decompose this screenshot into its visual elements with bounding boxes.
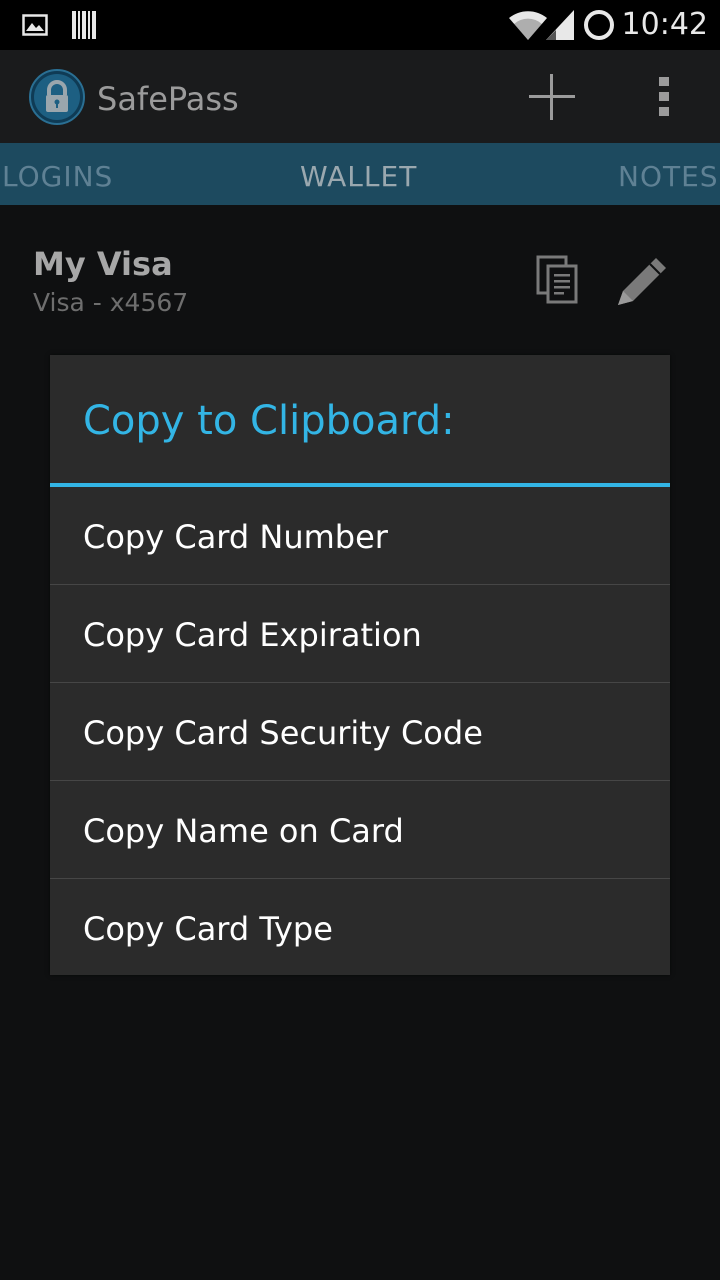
barcode-notification-icon: [72, 0, 96, 50]
tab-logins[interactable]: LOGINS: [2, 143, 113, 205]
tab-wallet[interactable]: WALLET: [300, 143, 417, 205]
option-label: Copy Card Number: [83, 518, 388, 556]
copy-name-on-card-option[interactable]: Copy Name on Card: [50, 781, 670, 878]
copy-card-security-code-option[interactable]: Copy Card Security Code: [50, 683, 670, 780]
option-label: Copy Card Type: [83, 910, 333, 948]
card-name: My Visa: [33, 245, 173, 283]
app-title: SafePass: [97, 80, 239, 118]
action-bar: SafePass: [0, 50, 720, 143]
copy-dialog: Copy to Clipboard: Copy Card Number Copy…: [50, 355, 670, 975]
option-label: Copy Card Expiration: [83, 616, 422, 654]
list-item[interactable]: My Visa: [0, 205, 720, 345]
copy-icon[interactable]: [536, 255, 580, 309]
status-time: 10:42: [621, 7, 708, 42]
option-label: Copy Card Security Code: [83, 714, 483, 752]
battery-circle-icon: [582, 0, 616, 50]
overflow-menu-button[interactable]: [636, 50, 692, 143]
edit-pencil-icon[interactable]: [614, 253, 670, 311]
tab-bar: LOGINS WALLET NOTES: [0, 143, 720, 205]
app-lock-icon[interactable]: [28, 68, 86, 126]
tab-notes[interactable]: NOTES: [618, 143, 719, 205]
add-icon: [529, 73, 575, 120]
copy-card-number-option[interactable]: Copy Card Number: [50, 487, 670, 584]
add-button[interactable]: [520, 50, 584, 143]
card-subtitle: Visa - x4567: [33, 288, 189, 317]
option-label: Copy Name on Card: [83, 812, 404, 850]
copy-card-expiration-option[interactable]: Copy Card Expiration: [50, 585, 670, 682]
signal-icon: [546, 0, 574, 50]
copy-card-type-option[interactable]: Copy Card Type: [50, 879, 670, 976]
gallery-notification-icon: [22, 0, 48, 50]
overflow-menu-icon: [659, 76, 669, 116]
wifi-icon: [508, 0, 548, 50]
dialog-title: Copy to Clipboard:: [83, 398, 455, 444]
status-bar: 10:42: [0, 0, 720, 50]
